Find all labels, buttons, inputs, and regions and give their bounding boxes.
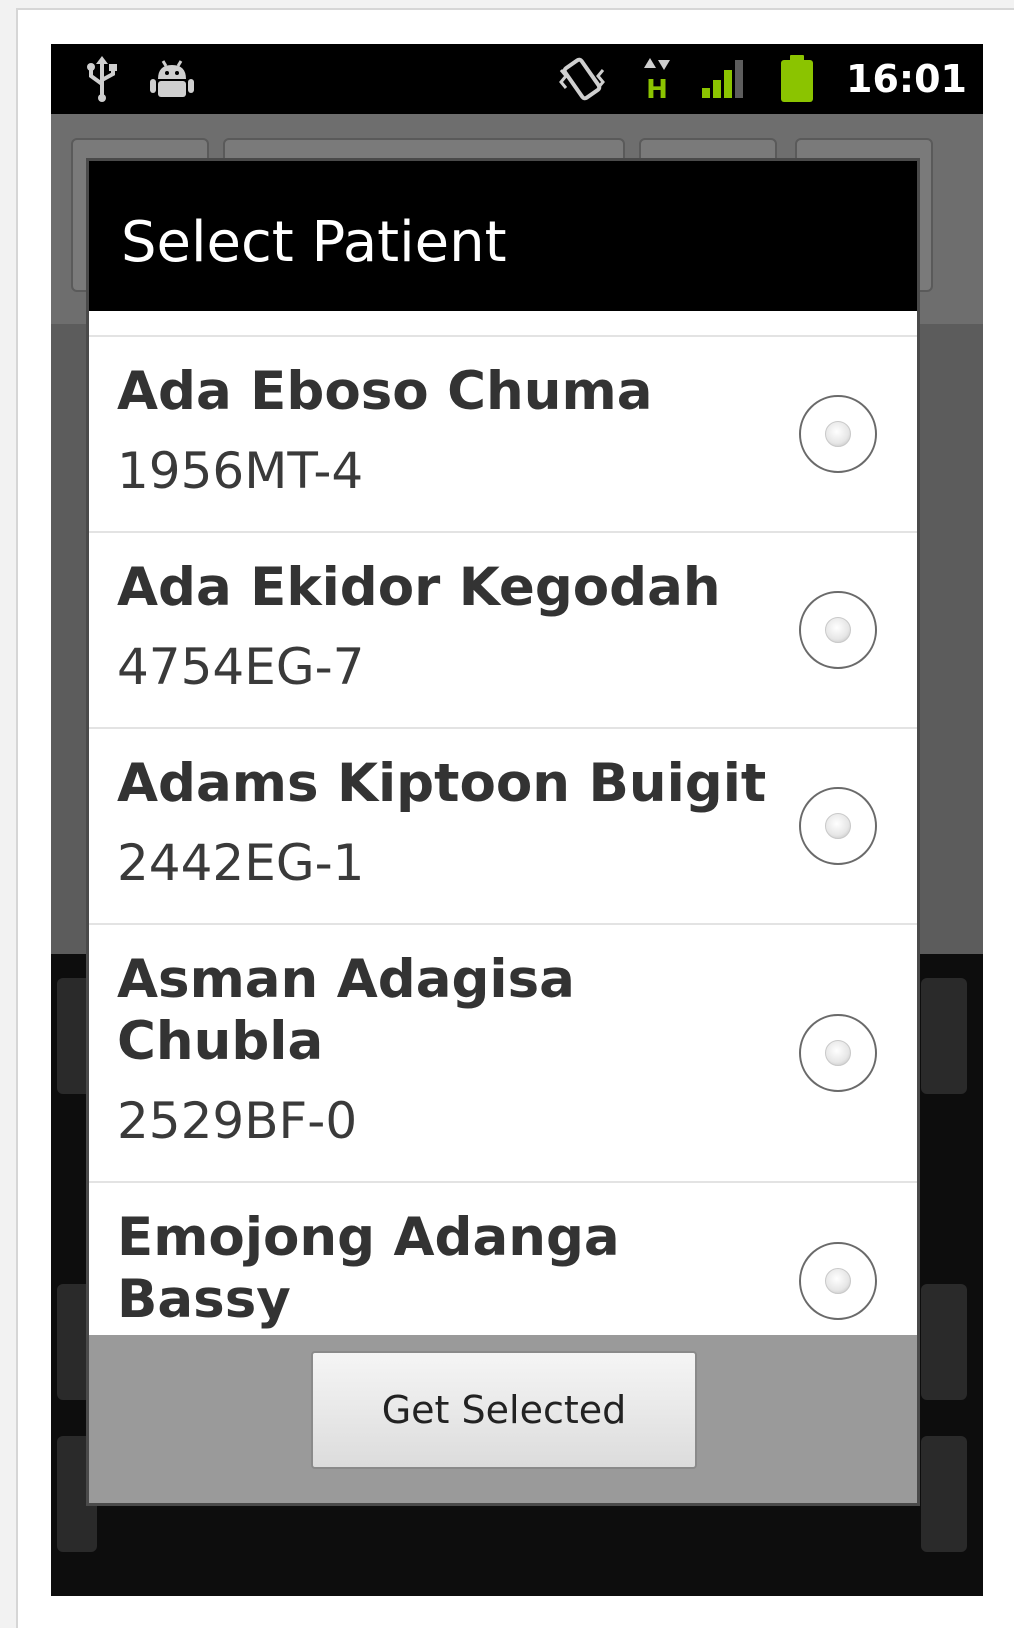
patient-list-item[interactable]: Ada Eboso Chuma 1956MT-4 xyxy=(89,337,917,533)
vibrate-icon xyxy=(557,44,607,114)
patient-list-item[interactable]: Ada Ekidor Kegodah 4754EG-7 xyxy=(89,533,917,729)
patient-list-item[interactable]: Asman Adagisa Chubla 2529BF-0 xyxy=(89,925,917,1183)
patient-list[interactable]: Ada Eboso Chuma 1956MT-4 Ada Ekidor Kego… xyxy=(89,311,917,1335)
dialog-footer: Get Selected xyxy=(89,1335,917,1503)
patient-list-item[interactable]: Emojong Adanga Bassy xyxy=(89,1183,917,1335)
patient-name: Adams Kiptoon Buigit xyxy=(117,753,767,814)
patient-radio-button[interactable] xyxy=(799,395,877,473)
android-debug-icon xyxy=(149,44,195,114)
device-screen: H 16:01 Select Patient Ada Eboso Chuma 1… xyxy=(51,44,983,1596)
network-activity-icon: H xyxy=(641,44,673,114)
battery-icon xyxy=(779,44,815,114)
status-time: 16:01 xyxy=(846,57,967,101)
patient-radio-button[interactable] xyxy=(799,591,877,669)
patient-radio-button[interactable] xyxy=(799,1242,877,1320)
patient-name: Ada Ekidor Kegodah xyxy=(117,557,721,618)
patient-name: Ada Eboso Chuma xyxy=(117,361,653,422)
dialog-title: Select Patient xyxy=(121,210,507,275)
dialog-header: Select Patient xyxy=(89,161,917,311)
network-type-label: H xyxy=(646,75,668,102)
patient-name: Emojong Adanga Bassy xyxy=(117,1207,620,1330)
patient-id: 2442EG-1 xyxy=(117,834,365,892)
patient-list-item[interactable]: Adams Kiptoon Buigit 2442EG-1 xyxy=(89,729,917,925)
patient-name: Asman Adagisa Chubla xyxy=(117,949,575,1072)
patient-radio-button[interactable] xyxy=(799,1014,877,1092)
status-bar: H 16:01 xyxy=(51,44,983,114)
get-selected-button[interactable]: Get Selected xyxy=(311,1351,697,1469)
signal-icon xyxy=(701,44,747,114)
patient-id: 4754EG-7 xyxy=(117,638,365,696)
select-patient-dialog: Select Patient Ada Eboso Chuma 1956MT-4 … xyxy=(89,161,917,1503)
patient-id: 1956MT-4 xyxy=(117,442,364,500)
patient-radio-button[interactable] xyxy=(799,787,877,865)
usb-icon xyxy=(85,44,119,114)
patient-id: 2529BF-0 xyxy=(117,1092,358,1150)
